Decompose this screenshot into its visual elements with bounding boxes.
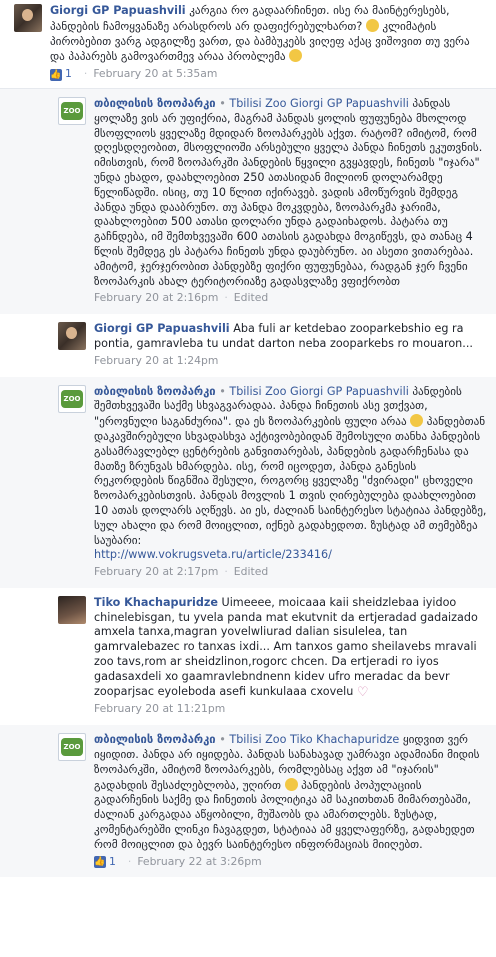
like-icon: 👍: [50, 68, 62, 81]
comment-meta: 👍 1 · February 20 at 5:35am: [50, 67, 218, 82]
zoo-logo-icon: ZOO: [61, 738, 83, 757]
reply-1: ZOO თბილისის ზოოპარკი • Tbilisi Zoo Gior…: [0, 88, 496, 315]
comment-author[interactable]: Giorgi GP Papuashvili: [94, 322, 230, 335]
comment-text: პანდების შემთხვევაში საქმე სხვაგვარადაა.…: [94, 384, 487, 547]
comment-author[interactable]: თბილისის ზოოპარკი: [94, 385, 216, 398]
page-name[interactable]: Tbilisi Zoo: [229, 97, 286, 110]
edited-label[interactable]: Edited: [234, 291, 268, 306]
page-name[interactable]: Tbilisi Zoo: [229, 385, 286, 398]
article-link[interactable]: http://www.vokrugsveta.ru/article/233416…: [94, 548, 332, 561]
avatar[interactable]: [58, 595, 86, 624]
comment-meta: February 20 at 2:17pm · Edited: [94, 565, 269, 580]
avatar[interactable]: ZOO: [58, 96, 86, 125]
avatar[interactable]: [58, 322, 86, 351]
edited-label[interactable]: Edited: [234, 565, 268, 580]
comment-meta: February 20 at 11:21pm: [94, 702, 488, 717]
avatar[interactable]: ZOO: [58, 733, 86, 762]
comment-timestamp[interactable]: February 20 at 2:16pm: [94, 291, 218, 306]
reply-5: ZOO თბილისის ზოოპარკი • Tbilisi Zoo Tiko…: [0, 725, 496, 878]
smiley-icon: [365, 18, 379, 32]
comment-text: პანდას ყოლაზე ვის არ უფიქრია, მაგრამ პან…: [94, 96, 483, 288]
comment-timestamp[interactable]: February 20 at 5:35am: [93, 67, 217, 82]
smiley-icon: [289, 49, 303, 63]
comment-text: Uimeeee, moicaaa kaii sheidzlebaa iyidoo…: [94, 595, 478, 698]
heart-icon: ♡: [356, 684, 369, 700]
comment-timestamp[interactable]: February 20 at 2:17pm: [94, 565, 218, 580]
comment-text: ყიდვით ვერ იყიდით. პანდა არ იყიდება. პან…: [94, 733, 480, 851]
smiley-icon: [410, 414, 424, 428]
avatar[interactable]: [14, 4, 42, 32]
comment-author[interactable]: Giorgi GP Papuashvili: [50, 4, 186, 17]
reply-3: ZOO თბილისის ზოოპარკი • Tbilisi Zoo Gior…: [0, 376, 496, 588]
zoo-logo-icon: ZOO: [61, 389, 83, 408]
comment-timestamp[interactable]: February 22 at 3:26pm: [137, 855, 261, 870]
page-name[interactable]: Tbilisi Zoo: [229, 733, 286, 746]
comment-meta: February 20 at 2:16pm · Edited: [94, 291, 269, 306]
comment-meta: February 20 at 1:24pm: [94, 354, 488, 369]
like-icon: 👍: [94, 856, 106, 869]
tagged-user[interactable]: Giorgi GP Papuashvili: [290, 97, 409, 110]
tagged-user[interactable]: Giorgi GP Papuashvili: [290, 385, 409, 398]
like-count[interactable]: 👍 1: [50, 67, 72, 82]
comment-1: Giorgi GP Papuashvili კარგია რო გადაარჩი…: [0, 0, 496, 89]
comment-timestamp[interactable]: February 20 at 11:21pm: [94, 702, 225, 717]
tagged-user[interactable]: Tiko Khachapuridze: [290, 733, 399, 746]
reply-2: Giorgi GP Papuashvili Aba fuli ar ketdeb…: [58, 314, 496, 376]
comment-meta: 👍 1 · February 22 at 3:26pm: [94, 854, 262, 870]
avatar[interactable]: ZOO: [58, 384, 86, 413]
comment-author[interactable]: თბილისის ზოოპარკი: [94, 733, 216, 746]
comment-timestamp[interactable]: February 20 at 1:24pm: [94, 354, 218, 369]
reply-4: Tiko Khachapuridze Uimeeee, moicaaa kaii…: [58, 588, 496, 725]
comment-author[interactable]: თბილისის ზოოპარკი: [94, 97, 216, 110]
comment-author[interactable]: Tiko Khachapuridze: [94, 596, 218, 609]
smiley-icon: [284, 777, 298, 791]
zoo-logo-icon: ZOO: [61, 101, 83, 120]
like-count[interactable]: 👍 1: [94, 855, 116, 870]
